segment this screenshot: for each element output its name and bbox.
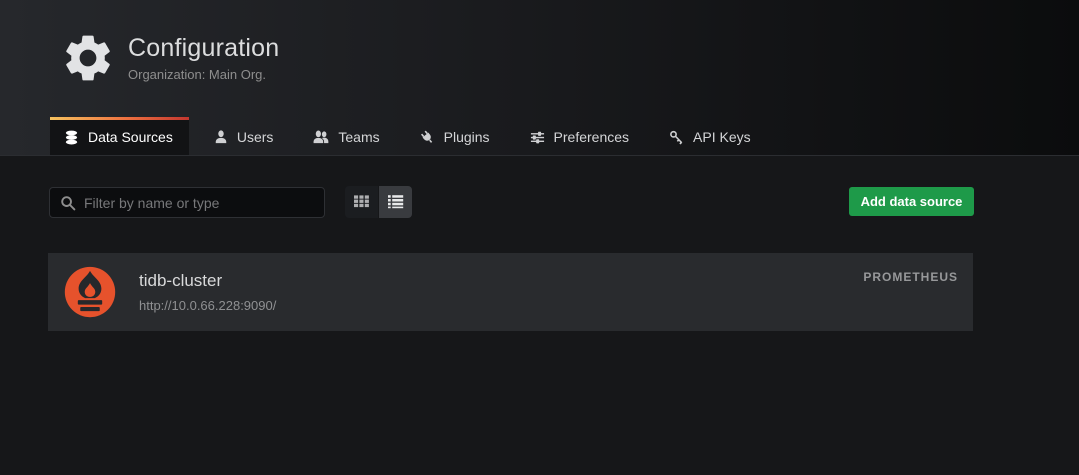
header-brand: Configuration Organization: Main Org. xyxy=(60,30,279,86)
sliders-icon xyxy=(530,130,545,145)
tab-label: Preferences xyxy=(553,129,630,145)
tab-teams[interactable]: Teams xyxy=(298,117,394,155)
tab-users[interactable]: Users xyxy=(199,117,289,155)
prometheus-icon xyxy=(64,266,116,318)
database-icon xyxy=(64,130,79,145)
gear-icon xyxy=(60,30,116,86)
plug-icon xyxy=(420,130,435,145)
datasource-type-badge: PROMETHEUS xyxy=(863,270,958,284)
key-icon xyxy=(669,130,684,145)
tab-label: API Keys xyxy=(693,129,751,145)
filter-wrap xyxy=(49,187,325,218)
add-data-source-button[interactable]: Add data source xyxy=(849,187,974,216)
filter-input[interactable] xyxy=(49,187,325,218)
tab-label: Data Sources xyxy=(88,129,173,145)
page-title: Configuration xyxy=(128,34,280,63)
datasource-text: tidb-cluster http://10.0.66.228:9090/ xyxy=(139,271,276,313)
tab-data-sources[interactable]: Data Sources xyxy=(50,117,189,155)
datasource-url: http://10.0.66.228:9090/ xyxy=(139,298,277,313)
tab-label: Users xyxy=(236,129,274,145)
page-subtitle: Organization: Main Org. xyxy=(128,66,267,82)
datasource-name: tidb-cluster xyxy=(139,271,223,290)
users-icon xyxy=(313,130,329,144)
tab-label: Plugins xyxy=(443,129,490,145)
tab-preferences[interactable]: Preferences xyxy=(515,117,644,155)
view-toggle xyxy=(345,186,412,218)
user-icon xyxy=(214,130,228,144)
tab-plugins[interactable]: Plugins xyxy=(405,117,505,155)
page-header: Configuration Organization: Main Org. Da… xyxy=(0,0,1079,156)
grid-icon xyxy=(353,193,370,212)
tab-label: Teams xyxy=(338,129,380,145)
list-view-button[interactable] xyxy=(379,186,412,218)
tab-api-keys[interactable]: API Keys xyxy=(654,117,766,155)
datasource-row[interactable]: tidb-cluster http://10.0.66.228:9090/ PR… xyxy=(48,253,973,331)
list-icon xyxy=(387,193,404,212)
header-titles: Configuration Organization: Main Org. xyxy=(128,34,279,82)
configuration-page: Configuration Organization: Main Org. Da… xyxy=(0,0,1079,475)
tab-bar: Data Sources Users Teams Plugins Prefere… xyxy=(50,117,776,155)
grid-view-button[interactable] xyxy=(345,186,378,218)
